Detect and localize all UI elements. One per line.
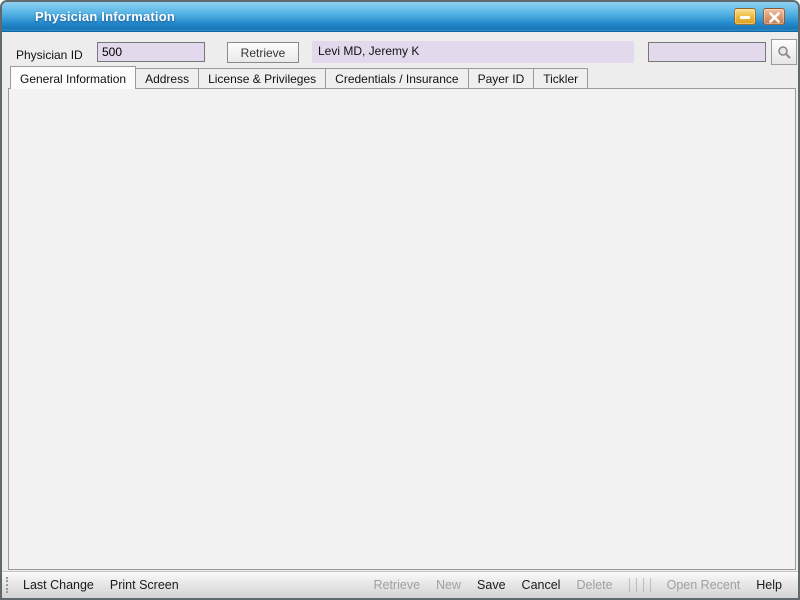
tab-credentials-insurance[interactable]: Credentials / Insurance <box>326 68 468 89</box>
retrieve-button[interactable]: Retrieve <box>227 42 299 63</box>
tab-payer-id[interactable]: Payer ID <box>469 68 535 89</box>
toolbar-right-group: Retrieve New Save Cancel Delete Open Rec… <box>365 578 798 592</box>
tab-page-general <box>8 88 796 570</box>
physician-name-display: Levi MD, Jeremy K <box>312 41 634 63</box>
window-title: Physician Information <box>35 9 175 24</box>
lookup-input[interactable] <box>648 42 766 62</box>
toolbar-grip-icon <box>6 577 9 593</box>
search-button[interactable] <box>771 39 797 65</box>
physician-id-input[interactable] <box>97 42 205 62</box>
search-icon <box>777 45 792 60</box>
header-row: Physician ID Retrieve Levi MD, Jeremy K <box>2 32 798 66</box>
minimize-icon <box>740 16 750 19</box>
physician-information-window: Physician Information Physician ID Retri… <box>0 0 800 600</box>
titlebar: Physician Information <box>2 2 798 32</box>
delete-button: Delete <box>568 578 620 592</box>
cancel-button[interactable]: Cancel <box>514 578 569 592</box>
bottom-toolbar: Last Change Print Screen Retrieve New Sa… <box>2 571 798 598</box>
print-screen-button[interactable]: Print Screen <box>102 578 187 592</box>
new-button: New <box>428 578 469 592</box>
open-recent-button: Open Recent <box>659 578 749 592</box>
close-icon <box>768 11 781 24</box>
physician-id-label: Physician ID <box>16 48 83 62</box>
tab-license-privileges[interactable]: License & Privileges <box>199 68 326 89</box>
tab-address[interactable]: Address <box>136 68 199 89</box>
tab-general-information[interactable]: General Information <box>10 66 136 89</box>
retrieve-toolbar-button: Retrieve <box>365 578 428 592</box>
last-change-button[interactable]: Last Change <box>15 578 102 592</box>
save-button[interactable]: Save <box>469 578 514 592</box>
help-button[interactable]: Help <box>748 578 790 592</box>
tab-tickler[interactable]: Tickler <box>534 68 588 89</box>
toolbar-separator <box>629 578 651 592</box>
minimize-button[interactable] <box>734 8 756 25</box>
close-button[interactable] <box>763 8 785 25</box>
tab-strip: General Information Address License & Pr… <box>10 66 790 89</box>
